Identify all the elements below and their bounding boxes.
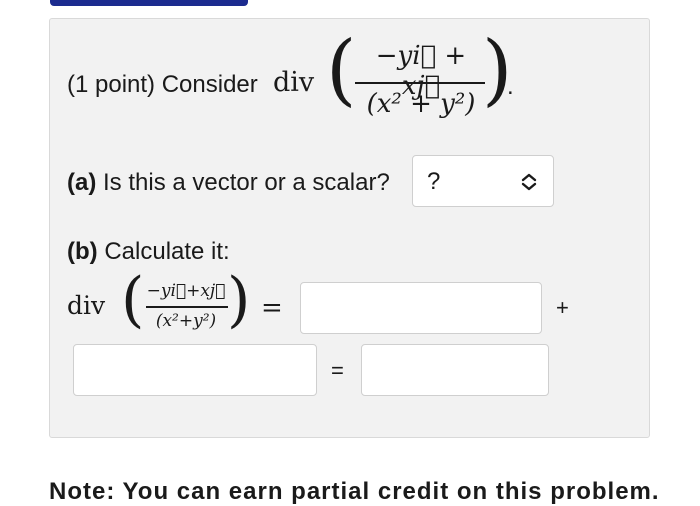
part-b-right-paren: ) xyxy=(227,265,251,335)
problem-denominator: (x² + y²) xyxy=(366,89,476,119)
problem-fraction-bar xyxy=(355,82,485,84)
problem-left-paren: ( xyxy=(326,25,357,115)
part-a-label: (a) Is this a vector or a scalar? xyxy=(67,169,390,197)
part-b-fraction-bar xyxy=(146,306,228,308)
part-b-numerator: −yi⃗+xj⃗ xyxy=(146,281,226,301)
part-b-div-operator: div xyxy=(67,291,106,320)
vector-scalar-select[interactable]: ? xyxy=(412,155,554,207)
equals-sign-2: = xyxy=(331,358,344,383)
answer-field-2[interactable] xyxy=(73,344,317,396)
problem-points-label: (1 point) Consider xyxy=(67,71,258,98)
plus-sign: + xyxy=(556,295,569,320)
part-a-question: Is this a vector or a scalar? xyxy=(103,169,390,196)
part-b-denominator: (x²+y²) xyxy=(155,311,217,331)
part-b-equals: = xyxy=(261,293,283,323)
part-b-tag: (b) xyxy=(67,238,98,265)
partial-credit-note: Note: You can earn partial credit on thi… xyxy=(49,478,660,505)
problem-div-operator: div xyxy=(273,67,315,98)
part-b-label: (b) Calculate it: xyxy=(67,238,230,266)
problem-right-paren: ) xyxy=(482,25,513,115)
select-chevron-icon xyxy=(521,173,537,191)
problem-period: . xyxy=(507,73,514,100)
header-accent-bar xyxy=(50,0,248,6)
answer-field-1[interactable] xyxy=(300,282,542,334)
problem-panel: (1 point) Consider div ( −yi⃗ + xj⃗ (x² … xyxy=(49,18,650,438)
select-value: ? xyxy=(427,168,441,195)
part-b-instruction: Calculate it: xyxy=(104,238,230,265)
answer-field-3[interactable] xyxy=(361,344,549,396)
part-b-left-paren: ( xyxy=(121,265,145,335)
part-a-tag: (a) xyxy=(67,169,97,196)
